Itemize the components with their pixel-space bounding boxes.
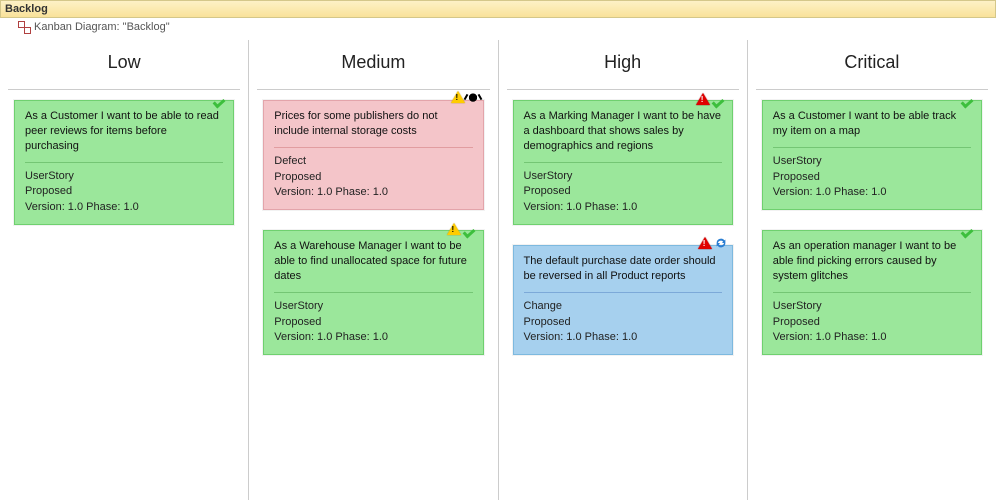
card-status: Proposed <box>773 315 971 330</box>
kanban-card[interactable]: As a Warehouse Manager I want to be able… <box>263 230 483 355</box>
card-version: Version: 1.0 Phase: 1.0 <box>274 330 472 345</box>
card-icons <box>698 236 728 250</box>
card-type: UserStory <box>524 169 722 184</box>
card-meta: UserStoryProposedVersion: 1.0 Phase: 1.0 <box>274 292 472 346</box>
card-meta: ChangeProposedVersion: 1.0 Phase: 1.0 <box>524 292 722 346</box>
column-body: Prices for some publishers do not includ… <box>249 90 497 365</box>
column-header: Low <box>8 40 240 90</box>
card-type: UserStory <box>773 299 971 314</box>
card-type: UserStory <box>25 169 223 184</box>
card-status: Proposed <box>773 170 971 185</box>
card-title: As an operation manager I want to be abl… <box>773 239 971 284</box>
card-title: As a Marking Manager I want to be have a… <box>524 109 722 154</box>
diagram-label: Kanban Diagram: "Backlog" <box>34 21 170 33</box>
card-icons <box>696 91 728 107</box>
card-title: The default purchase date order should b… <box>524 254 722 284</box>
card-meta: DefectProposedVersion: 1.0 Phase: 1.0 <box>274 147 472 201</box>
column-header: High <box>507 40 739 90</box>
kanban-card[interactable]: As a Customer I want to be able to read … <box>14 100 234 225</box>
card-status: Proposed <box>274 170 472 185</box>
card-icons <box>961 221 977 237</box>
warning-icon <box>451 91 465 103</box>
card-meta: UserStoryProposedVersion: 1.0 Phase: 1.0 <box>524 162 722 216</box>
card-title: As a Customer I want to be able to read … <box>25 109 223 154</box>
card-title: Prices for some publishers do not includ… <box>274 109 472 139</box>
card-icons <box>451 91 479 103</box>
card-version: Version: 1.0 Phase: 1.0 <box>524 200 722 215</box>
kanban-card[interactable]: The default purchase date order should b… <box>513 245 733 355</box>
card-meta: UserStoryProposedVersion: 1.0 Phase: 1.0 <box>773 292 971 346</box>
card-type: UserStory <box>773 154 971 169</box>
kanban-column: High As a Marking Manager I want to be ha… <box>499 40 748 500</box>
critical-icon <box>698 237 712 249</box>
checkmark-icon <box>461 220 479 238</box>
kanban-column: Medium Prices for some publishers do not … <box>249 40 498 500</box>
card-icons <box>447 221 479 237</box>
card-status: Proposed <box>274 315 472 330</box>
card-meta: UserStoryProposedVersion: 1.0 Phase: 1.0 <box>773 147 971 201</box>
kanban-card[interactable]: As a Customer I want to be able track my… <box>762 100 982 210</box>
diagram-subtitle: Kanban Diagram: "Backlog" <box>0 18 996 36</box>
checkmark-icon <box>960 90 978 108</box>
card-icons <box>961 91 977 107</box>
kanban-board: Low As a Customer I want to be able to re… <box>0 36 996 500</box>
checkmark-icon <box>212 90 230 108</box>
warning-icon <box>447 223 461 235</box>
card-version: Version: 1.0 Phase: 1.0 <box>524 330 722 345</box>
card-version: Version: 1.0 Phase: 1.0 <box>773 185 971 200</box>
critical-icon <box>696 93 710 105</box>
checkmark-icon <box>960 220 978 238</box>
card-version: Version: 1.0 Phase: 1.0 <box>274 185 472 200</box>
column-header: Medium <box>257 40 489 90</box>
card-status: Proposed <box>25 184 223 199</box>
kanban-column: Low As a Customer I want to be able to re… <box>0 40 249 500</box>
card-status: Proposed <box>524 184 722 199</box>
window-title: Backlog <box>0 0 996 18</box>
card-meta: UserStoryProposedVersion: 1.0 Phase: 1.0 <box>25 162 223 216</box>
checkmark-icon <box>711 90 729 108</box>
card-status: Proposed <box>524 315 722 330</box>
column-body: As a Customer I want to be able track my… <box>748 90 996 365</box>
kanban-card[interactable]: As a Marking Manager I want to be have a… <box>513 100 733 225</box>
column-body: As a Customer I want to be able to read … <box>0 90 248 235</box>
bug-icon <box>467 91 479 103</box>
card-icons <box>213 91 229 107</box>
card-type: Change <box>524 299 722 314</box>
card-type: Defect <box>274 154 472 169</box>
card-version: Version: 1.0 Phase: 1.0 <box>773 330 971 345</box>
cycle-icon <box>714 236 728 250</box>
card-version: Version: 1.0 Phase: 1.0 <box>25 200 223 215</box>
column-body: As a Marking Manager I want to be have a… <box>499 90 747 365</box>
diagram-icon <box>18 21 30 33</box>
kanban-card[interactable]: As an operation manager I want to be abl… <box>762 230 982 355</box>
card-title: As a Warehouse Manager I want to be able… <box>274 239 472 284</box>
kanban-column: Critical As a Customer I want to be able … <box>748 40 996 500</box>
card-title: As a Customer I want to be able track my… <box>773 109 971 139</box>
column-header: Critical <box>756 40 988 90</box>
card-type: UserStory <box>274 299 472 314</box>
kanban-card[interactable]: Prices for some publishers do not includ… <box>263 100 483 210</box>
